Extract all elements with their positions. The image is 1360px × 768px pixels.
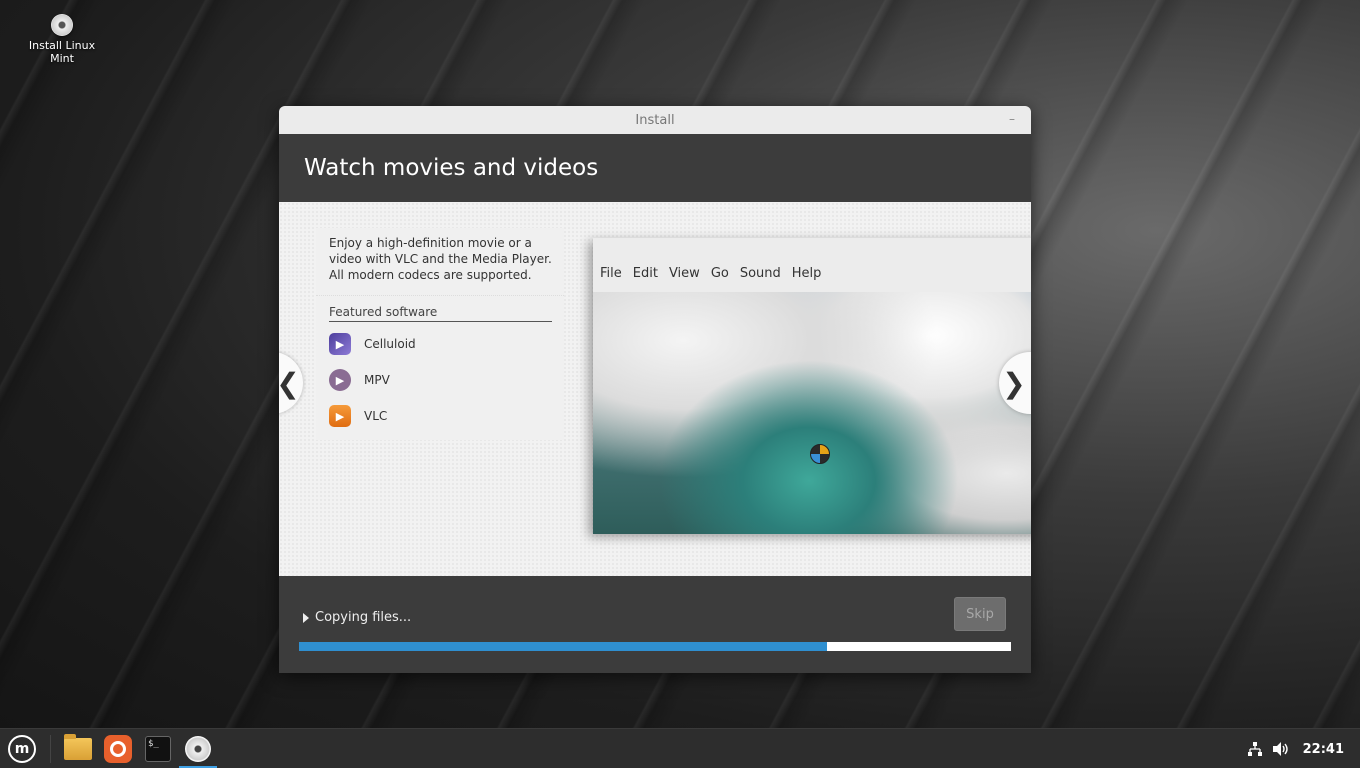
info-box: Enjoy a high-definition movie or a video… <box>316 228 564 440</box>
minimize-button[interactable]: – <box>1005 112 1019 126</box>
progress-bar <box>299 642 1011 651</box>
progress-bar-fill <box>299 642 828 651</box>
installer-window: Install – Watch movies and videos Enjoy … <box>279 106 1031 673</box>
mpv-icon: ▶ <box>329 369 351 391</box>
divider <box>316 295 564 297</box>
skip-button[interactable]: Skip <box>954 597 1006 631</box>
desktop-icon-label-line1: Install Linux <box>28 39 96 52</box>
files-launcher[interactable] <box>58 729 98 768</box>
expander-arrow-icon <box>303 612 309 623</box>
software-label: MPV <box>364 373 390 387</box>
previous-slide-button[interactable]: ❮ <box>279 352 303 414</box>
status-text: Copying files... <box>315 610 412 625</box>
taskbar: m $_ 22:41 <box>0 728 1360 768</box>
busy-cursor-icon <box>810 444 830 464</box>
slide-header: Watch movies and videos <box>279 134 1031 202</box>
celluloid-icon: ▶ <box>329 333 351 355</box>
software-label: Celluloid <box>364 337 416 351</box>
vlc-icon: ▶ <box>329 405 351 427</box>
window-title: Install <box>635 112 675 128</box>
software-item-mpv: ▶ MPV <box>329 362 564 398</box>
taskbar-separator <box>50 735 51 763</box>
software-label: VLC <box>364 409 388 423</box>
desktop: Install Linux Mint Install – Watch movie… <box>0 0 1360 768</box>
files-icon <box>64 734 92 760</box>
menu-help: Help <box>791 266 822 281</box>
progress-area: Copying files... Skip <box>279 576 1031 673</box>
system-tray: 22:41 <box>1245 729 1360 768</box>
featured-software-heading: Featured software <box>329 305 552 322</box>
install-disc-icon <box>185 736 211 762</box>
disc-icon <box>51 14 73 36</box>
desktop-icon-label-line2: Mint <box>50 52 74 65</box>
media-player-screenshot: File Edit View Go Sound Help <box>593 238 1031 534</box>
menu-button[interactable]: m <box>2 729 42 768</box>
menu-view: View <box>668 266 700 281</box>
window-titlebar[interactable]: Install – <box>279 106 1031 134</box>
clock[interactable]: 22:41 <box>1303 742 1344 757</box>
volume-icon[interactable] <box>1271 739 1291 759</box>
details-expander[interactable]: Copying files... <box>303 610 411 625</box>
firefox-icon <box>104 735 132 763</box>
software-item-celluloid: ▶ Celluloid <box>329 326 564 362</box>
menu-file: File <box>600 266 622 281</box>
page-title: Watch movies and videos <box>304 155 599 181</box>
network-icon[interactable] <box>1245 739 1265 759</box>
terminal-icon: $_ <box>145 736 171 762</box>
menu-sound: Sound <box>739 266 781 281</box>
install-linux-mint-desktop-icon[interactable]: Install Linux Mint <box>26 12 98 65</box>
terminal-launcher[interactable]: $_ <box>138 729 178 768</box>
video-frame <box>593 292 1031 534</box>
menu-go: Go <box>710 266 729 281</box>
slide-description: Enjoy a high-definition movie or a video… <box>329 236 552 282</box>
slideshow-panel: Enjoy a high-definition movie or a video… <box>279 202 1031 576</box>
menu-icon: m <box>8 735 36 763</box>
installer-task-button[interactable] <box>178 729 218 768</box>
menu-edit: Edit <box>632 266 658 281</box>
firefox-launcher[interactable] <box>98 729 138 768</box>
player-menubar: File Edit View Go Sound Help <box>593 266 825 288</box>
software-item-vlc: ▶ VLC <box>329 398 564 434</box>
